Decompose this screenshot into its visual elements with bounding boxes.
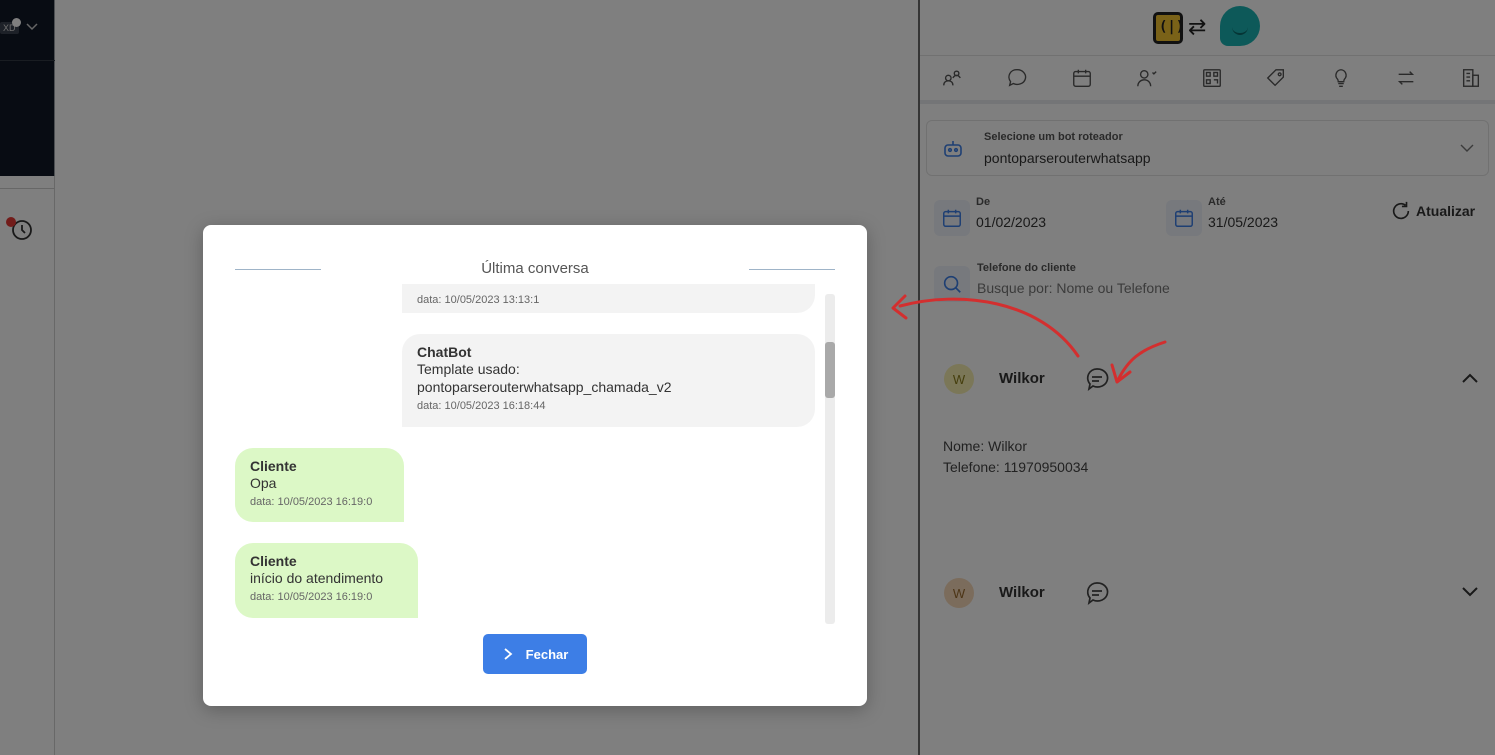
message-sender: Cliente — [250, 553, 297, 569]
message-sender: Cliente — [250, 458, 297, 474]
message-bubble: data: 10/05/2023 13:13:1 — [402, 284, 815, 313]
chevron-right-icon — [504, 648, 513, 660]
message-bubble: Cliente início do atendimento data: 10/0… — [235, 543, 418, 618]
message-timestamp: data: 10/05/2023 16:19:0 — [250, 591, 373, 603]
modal-header: Última conversa — [235, 257, 835, 281]
message-text: Template usado: pontoparserouterwhatsapp… — [417, 361, 672, 395]
message-text: Opa — [250, 475, 277, 491]
scrollbar[interactable] — [825, 294, 835, 624]
message-list[interactable]: data: 10/05/2023 13:13:1 ChatBot Templat… — [235, 284, 815, 618]
title-rule-right — [749, 269, 835, 270]
message-bubble: Cliente Opa data: 10/05/2023 16:19:0 — [235, 448, 404, 522]
scrollbar-thumb[interactable] — [825, 342, 835, 398]
message-text: início do atendimento — [250, 570, 384, 586]
message-timestamp: data: 10/05/2023 16:19:0 — [250, 496, 373, 508]
close-button-label: Fechar — [525, 646, 569, 662]
close-button[interactable]: Fechar — [483, 634, 587, 674]
message-timestamp: data: 10/05/2023 16:18:44 — [417, 400, 546, 412]
message-sender: ChatBot — [417, 344, 472, 360]
modal-title: Última conversa — [481, 260, 589, 277]
last-conversation-modal: Última conversa data: 10/05/2023 13:13:1… — [203, 225, 867, 706]
message-bubble: ChatBot Template usado: pontoparserouter… — [402, 334, 815, 427]
message-timestamp: data: 10/05/2023 13:13:1 — [417, 294, 540, 306]
